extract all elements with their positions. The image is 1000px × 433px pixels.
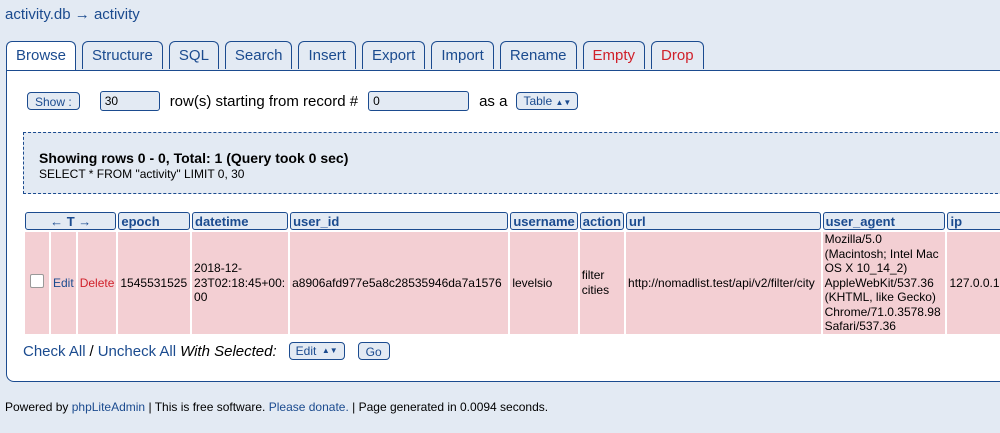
column-header-url[interactable]: url — [626, 212, 821, 230]
sort-header[interactable]: ← T → — [25, 212, 117, 230]
view-type-select[interactable]: Table ▲▼ — [516, 92, 579, 110]
breadcrumb: activity.db → activity — [5, 6, 140, 23]
tab-sql[interactable]: SQL — [168, 41, 219, 69]
row-count-input[interactable] — [99, 91, 160, 111]
view-type-value: Table — [523, 94, 553, 108]
footer-donate-link[interactable]: Please donate. — [269, 400, 349, 414]
cell-datetime: 2018-12-23T02:18:45+00:00 — [192, 232, 289, 334]
tab-browse[interactable]: Browse — [6, 41, 77, 72]
column-header-user-agent[interactable]: user_agent — [822, 212, 946, 230]
tab-import[interactable]: Import — [431, 41, 494, 69]
query-info-box: Showing rows 0 - 0, Total: 1 (Query took… — [23, 132, 1000, 194]
cell-action: filter cities — [579, 232, 625, 334]
footer-free-text: | This is free software. — [148, 400, 266, 414]
bulk-actions: Check All / Uncheck All With Selected: E… — [23, 342, 390, 360]
tab-export[interactable]: Export — [361, 41, 426, 69]
select-arrows-icon: ▲▼ — [321, 346, 338, 355]
footer-powered-text: Powered by — [5, 400, 69, 414]
breadcrumb-table-link[interactable]: activity — [94, 6, 140, 23]
table-row: Edit Delete 1545531525 2018-12-23T02:18:… — [25, 232, 1000, 334]
check-all-link[interactable]: Check All — [23, 343, 86, 360]
cell-user-id: a8906afd977e5a8c28535946da7a1576 — [290, 232, 509, 334]
breadcrumb-db-link[interactable]: activity.db — [5, 6, 71, 23]
column-header-action[interactable]: action — [579, 212, 625, 230]
column-header-username[interactable]: username — [510, 212, 578, 230]
tab-insert[interactable]: Insert — [298, 41, 356, 69]
pagination-controls: Show : row(s) starting from record # as … — [27, 91, 579, 111]
page-footer: Powered by phpLiteAdmin | This is free s… — [5, 400, 548, 414]
cell-epoch: 1545531525 — [118, 232, 191, 334]
tab-structure[interactable]: Structure — [82, 41, 163, 69]
bulk-action-value: Edit — [295, 344, 317, 358]
results-table: ← T → epoch datetime user_id username ac… — [23, 210, 1000, 336]
query-sql: SELECT * FROM "activity" LIMIT 0, 30 — [39, 167, 245, 181]
table-header-row: ← T → epoch datetime user_id username ac… — [25, 212, 1000, 230]
delete-cell: Delete — [77, 232, 117, 334]
go-button[interactable]: Go — [357, 342, 390, 360]
tab-rename[interactable]: Rename — [499, 41, 577, 69]
column-header-ip[interactable]: ip — [947, 212, 1000, 230]
tab-search[interactable]: Search — [224, 41, 293, 69]
browse-panel: Show : row(s) starting from record # as … — [6, 70, 1000, 382]
cell-username: levelsio — [510, 232, 578, 334]
cell-url: http://nomadlist.test/api/v2/filter/city — [626, 232, 821, 334]
bulk-separator: / — [89, 342, 94, 360]
tab-bar: Browse Structure SQL Search Insert Expor… — [6, 41, 710, 72]
query-summary: Showing rows 0 - 0, Total: 1 (Query took… — [39, 150, 349, 166]
select-arrows-icon: ▲▼ — [555, 98, 572, 107]
row-checkbox[interactable] — [30, 274, 44, 288]
column-header-user-id[interactable]: user_id — [290, 212, 509, 230]
column-header-datetime[interactable]: datetime — [192, 212, 289, 230]
column-header-epoch[interactable]: epoch — [118, 212, 191, 230]
with-selected-label: With Selected: — [180, 342, 277, 360]
footer-app-link[interactable]: phpLiteAdmin — [72, 400, 145, 414]
row-delete-link[interactable]: Delete — [80, 276, 115, 290]
footer-generated-text: | Page generated in 0.0094 seconds. — [352, 400, 549, 414]
edit-cell: Edit — [51, 232, 76, 334]
row-select-cell — [25, 232, 49, 334]
rows-starting-label: row(s) starting from record # — [169, 92, 359, 110]
show-button[interactable]: Show : — [27, 92, 80, 110]
tab-empty[interactable]: Empty — [582, 41, 646, 69]
uncheck-all-link[interactable]: Uncheck All — [98, 343, 176, 360]
bulk-action-select[interactable]: Edit ▲▼ — [288, 342, 345, 360]
cell-user-agent: Mozilla/5.0 (Macintosh; Intel Mac OS X 1… — [822, 232, 946, 334]
breadcrumb-arrow: → — [74, 6, 90, 23]
tab-drop[interactable]: Drop — [651, 41, 704, 69]
as-a-label: as a — [479, 92, 508, 110]
cell-ip: 127.0.0.1 — [947, 232, 1000, 334]
start-record-input[interactable] — [368, 91, 470, 111]
row-edit-link[interactable]: Edit — [53, 276, 74, 290]
